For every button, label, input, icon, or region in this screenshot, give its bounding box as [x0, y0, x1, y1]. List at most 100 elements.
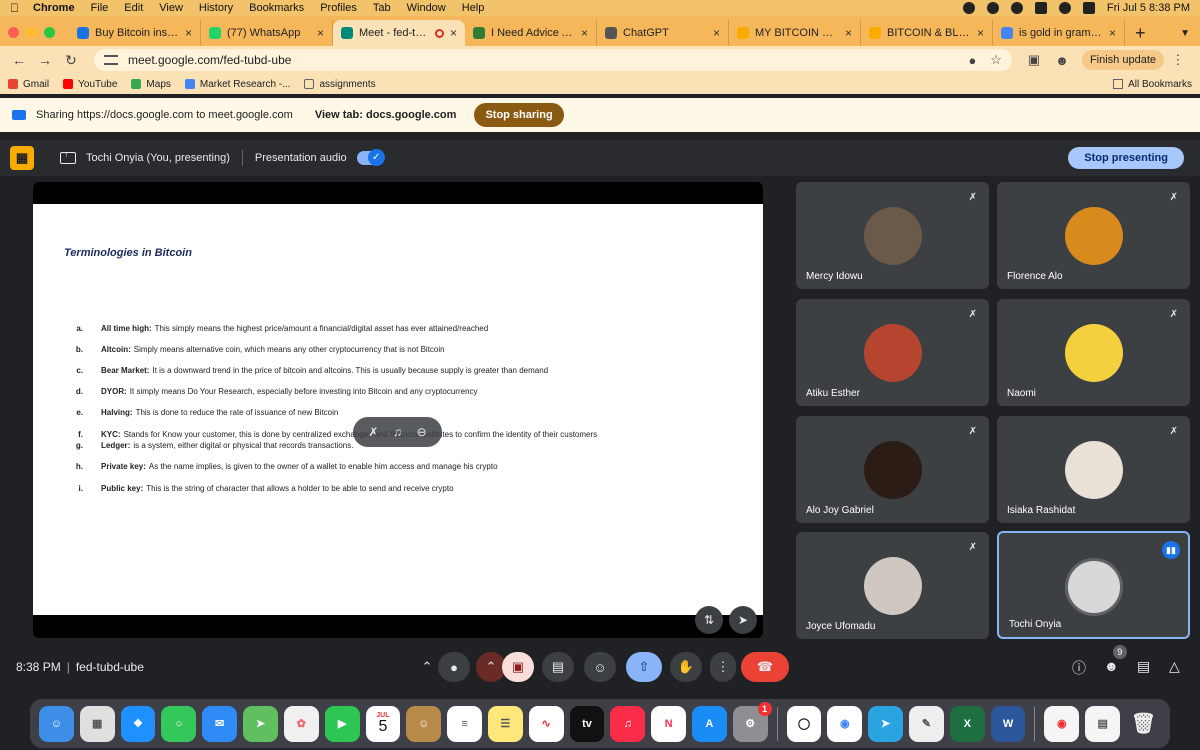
menu-edit[interactable]: Edit	[124, 2, 143, 14]
remove-icon[interactable]: ⊖	[417, 425, 427, 439]
status-icon[interactable]	[986, 2, 999, 14]
meet-panel-icon[interactable]: ▦	[10, 146, 34, 170]
all-bookmarks[interactable]: All Bookmarks	[1113, 79, 1192, 90]
mic-off-icon[interactable]: ✗	[368, 425, 378, 439]
camera-off-button[interactable]: ▣	[502, 652, 534, 682]
bookmark-market-research[interactable]: Market Research -...	[184, 79, 290, 90]
notes-icon[interactable]: ☰	[487, 705, 523, 742]
swap-layout-icon[interactable]: ⇅	[695, 606, 723, 634]
participant-tile[interactable]: ✗ Florence Alo	[997, 182, 1190, 289]
extensions-icon[interactable]: ▣	[1025, 52, 1043, 68]
participant-tile[interactable]: ✗ Isiaka Rashidat	[997, 416, 1190, 523]
presentation-audio-toggle[interactable]	[356, 149, 385, 166]
microphone-button[interactable]: ●	[438, 652, 470, 682]
captions-button[interactable]: ▤	[542, 652, 574, 682]
bookmark-gmail[interactable]: Gmail	[8, 79, 49, 90]
new-tab-icon[interactable]: +	[1125, 20, 1156, 46]
photos-icon[interactable]: ✿	[283, 705, 319, 742]
browser-tab[interactable]: I Need Advice About M ×	[465, 20, 597, 46]
microphone-icon[interactable]: ●	[968, 53, 976, 68]
status-icon[interactable]	[1034, 2, 1047, 14]
browser-tab-active[interactable]: Meet - fed-tubd-u ×	[333, 20, 465, 46]
bookmark-assignments[interactable]: assignments	[304, 79, 376, 90]
more-options-icon[interactable]: ⋮	[710, 652, 736, 682]
wifi-icon[interactable]	[1058, 2, 1071, 14]
people-icon[interactable]: ☻ 9	[1104, 645, 1127, 674]
browser-tab[interactable]: ChatGPT ×	[597, 20, 729, 46]
back-arrow-icon[interactable]: ←	[8, 52, 30, 68]
present-now-button[interactable]: ⇧	[626, 652, 662, 682]
profile-icon[interactable]: ☻	[1053, 53, 1071, 68]
calendar-icon[interactable]: JUL 5	[365, 705, 401, 742]
menu-view[interactable]: View	[159, 2, 183, 14]
view-tab-link[interactable]: View tab: docs.google.com	[315, 109, 457, 121]
close-tab-icon[interactable]: ×	[581, 26, 588, 40]
close-window-button[interactable]	[8, 26, 19, 38]
bookmark-star-icon[interactable]: ☆	[990, 52, 1002, 68]
participant-tile-self[interactable]: ▮▮ Tochi Onyia	[997, 531, 1190, 639]
bookmark-youtube[interactable]: YouTube	[63, 79, 117, 90]
word-icon[interactable]: W	[990, 705, 1026, 742]
recent-document-icon[interactable]: ▤	[1085, 705, 1121, 742]
meeting-info-icon[interactable]: ⓘ	[1072, 658, 1086, 678]
close-tab-icon[interactable]: ×	[1109, 26, 1116, 40]
telegram-icon[interactable]: ➤	[868, 705, 904, 742]
safari-icon[interactable]: ❖	[120, 705, 156, 742]
menu-app-name[interactable]: Chrome	[33, 2, 75, 14]
tab-search-chevron-icon[interactable]: ▼	[1180, 20, 1190, 46]
raise-hand-button[interactable]: ✋	[670, 652, 702, 682]
participant-tile[interactable]: ✗ Mercy Idowu	[796, 182, 989, 289]
minimize-window-button[interactable]	[26, 26, 37, 38]
reload-icon[interactable]: ↻	[60, 52, 82, 69]
apple-tv-icon[interactable]: tv	[569, 705, 605, 742]
close-tab-icon[interactable]: ×	[977, 26, 984, 40]
share-icon[interactable]: ➤	[729, 606, 757, 634]
menu-profiles[interactable]: Profiles	[320, 2, 357, 14]
app-store-icon[interactable]: A	[692, 705, 727, 742]
chrome-icon[interactable]: ◉	[827, 705, 863, 742]
finish-update-button[interactable]: Finish update	[1081, 50, 1164, 70]
recent-window-icon[interactable]: ◉	[1044, 705, 1080, 742]
close-tab-icon[interactable]: ×	[713, 26, 720, 40]
music-icon[interactable]: ♫	[610, 705, 646, 742]
maps-app-icon[interactable]: ➤	[243, 705, 278, 742]
reminders-icon[interactable]: ≡	[447, 705, 482, 742]
menu-window[interactable]: Window	[407, 2, 446, 14]
volume-icon[interactable]: ♫	[393, 425, 402, 439]
mail-icon[interactable]: ✉	[202, 705, 238, 742]
forward-arrow-icon[interactable]: →	[34, 52, 56, 68]
docs-icon[interactable]: ◯	[786, 705, 822, 742]
browser-tab[interactable]: BITCOIN & BLOCKCHA ×	[861, 20, 993, 46]
chat-icon[interactable]: ▤	[1137, 658, 1150, 675]
finder-icon[interactable]: ☺	[39, 705, 74, 742]
participant-tile[interactable]: ✗ Joyce Ufomadu	[796, 532, 989, 639]
menubar-clock[interactable]: Fri Jul 5 8:38 PM	[1107, 2, 1190, 14]
address-bar[interactable]: meet.google.com/fed-tubd-ube ● ☆	[94, 49, 1012, 71]
close-tab-icon[interactable]: ×	[845, 26, 852, 40]
audio-options-chevron-icon[interactable]: ⌃	[414, 652, 440, 682]
stop-sharing-button[interactable]: Stop sharing	[474, 103, 564, 127]
status-icon[interactable]	[962, 2, 975, 14]
facetime-icon[interactable]: ▶	[324, 705, 360, 742]
menu-file[interactable]: File	[91, 2, 109, 14]
close-tab-icon[interactable]: ×	[450, 26, 457, 40]
battery-icon[interactable]	[1082, 2, 1095, 14]
menu-bookmarks[interactable]: Bookmarks	[249, 2, 304, 14]
address-url[interactable]: meet.google.com/fed-tubd-ube	[128, 53, 954, 67]
system-settings-icon[interactable]: ⚙ 1	[732, 701, 772, 742]
menu-tab[interactable]: Tab	[373, 2, 391, 14]
launchpad-icon[interactable]: ▦	[79, 705, 115, 742]
script-editor-icon[interactable]: ✎	[909, 705, 944, 742]
contacts-icon[interactable]: ☺	[406, 705, 442, 742]
reactions-button[interactable]: ☺	[584, 652, 616, 682]
leave-call-button[interactable]: ☎	[741, 652, 789, 682]
participant-tile[interactable]: ✗ Atiku Esther	[796, 299, 989, 406]
excel-icon[interactable]: X	[949, 705, 985, 742]
participant-tile[interactable]: ✗ Alo Joy Gabriel	[796, 416, 989, 523]
status-icon[interactable]	[1010, 2, 1023, 14]
apple-menu-icon[interactable]: 	[10, 1, 19, 15]
close-tab-icon[interactable]: ×	[317, 26, 324, 40]
browser-tab[interactable]: (77) WhatsApp ×	[201, 20, 333, 46]
participant-tile[interactable]: ✗ Naomi	[997, 299, 1190, 406]
freeform-icon[interactable]: ∿	[528, 705, 564, 742]
